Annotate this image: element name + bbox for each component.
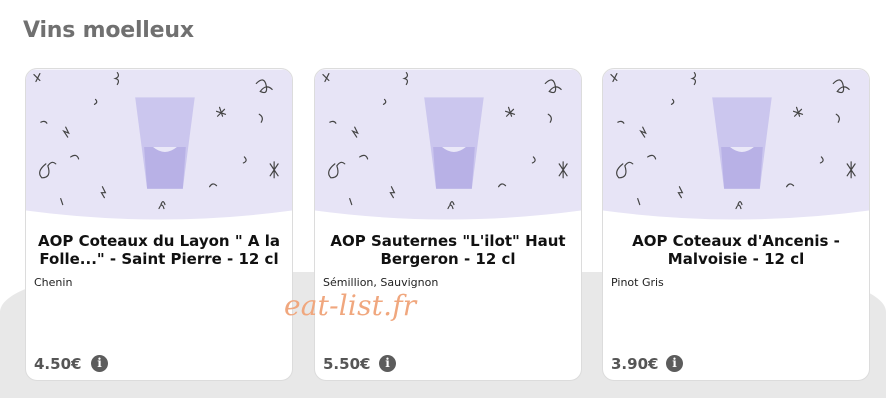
info-icon[interactable]: i [91, 355, 108, 372]
section-title: Vins moelleux [23, 18, 194, 43]
info-icon[interactable]: i [379, 355, 396, 372]
product-name: AOP Sauternes "L'ilot" Haut Bergeron - 1… [330, 232, 566, 268]
product-name: AOP Coteaux d'Ancenis - Malvoisie - 12 c… [632, 232, 840, 268]
product-grapes: Sémillion, Sauvignon [323, 276, 439, 289]
product-name: AOP Coteaux du Layon " A la Folle..." - … [38, 232, 280, 268]
product-card[interactable]: AOP Coteaux du Layon " A la Folle..." - … [25, 68, 293, 381]
product-price: 4.50€ [34, 355, 82, 373]
product-illustration [26, 69, 292, 220]
product-price: 3.90€ [611, 355, 659, 373]
info-icon[interactable]: i [666, 355, 683, 372]
product-grapes: Pinot Gris [611, 276, 664, 289]
product-illustration [603, 69, 869, 220]
product-price: 5.50€ [323, 355, 371, 373]
product-card[interactable]: AOP Sauternes "L'ilot" Haut Bergeron - 1… [314, 68, 582, 381]
product-grapes: Chenin [34, 276, 73, 289]
product-illustration [315, 69, 581, 220]
watermark: eat-list.fr [284, 289, 417, 322]
product-card[interactable]: AOP Coteaux d'Ancenis - Malvoisie - 12 c… [602, 68, 870, 381]
